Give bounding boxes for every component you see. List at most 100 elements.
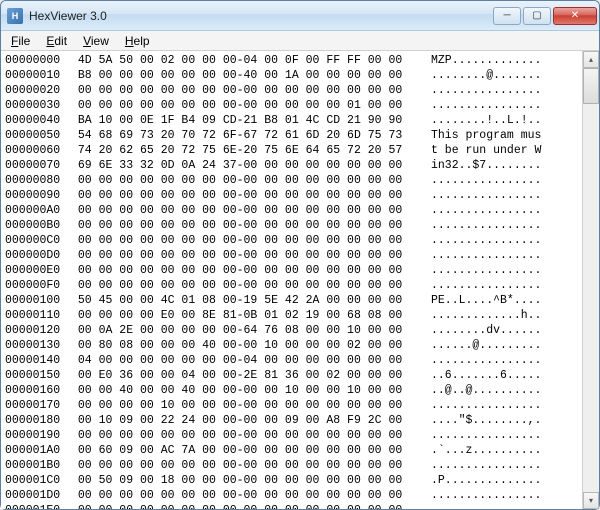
offset-cell: 000000E0 — [5, 263, 71, 278]
hex-row[interactable]: 000000E0 00 00 00 00 00 00 00 00-00 00 0… — [5, 263, 582, 278]
menu-view[interactable]: View — [75, 32, 117, 50]
bytes-cell: 00 00 00 00 00 00 00 00-00 00 00 00 00 0… — [71, 98, 423, 113]
offset-cell: 00000140 — [5, 353, 71, 368]
vertical-scrollbar[interactable]: ▴ ▾ — [582, 51, 599, 509]
bytes-cell: 00 00 00 00 00 00 00 00-00 00 00 00 00 0… — [71, 458, 423, 473]
hex-row[interactable]: 00000090 00 00 00 00 00 00 00 00-00 00 0… — [5, 188, 582, 203]
bytes-cell: 00 00 00 00 00 00 00 00-00 00 00 00 00 0… — [71, 233, 423, 248]
ascii-cell: PE..L....^B*.... — [423, 293, 582, 308]
hex-row[interactable]: 000001C0 00 50 09 00 18 00 00 00-00 00 0… — [5, 473, 582, 488]
hex-row[interactable]: 000000A0 00 00 00 00 00 00 00 00-00 00 0… — [5, 203, 582, 218]
scroll-down-button[interactable]: ▾ — [583, 492, 599, 509]
offset-cell: 000000C0 — [5, 233, 71, 248]
hex-row[interactable]: 000000C0 00 00 00 00 00 00 00 00-00 00 0… — [5, 233, 582, 248]
hex-row[interactable]: 00000130 00 80 08 00 00 00 40 00-00 10 0… — [5, 338, 582, 353]
ascii-cell: ................ — [423, 428, 582, 443]
window-title: HexViewer 3.0 — [29, 9, 491, 23]
hex-row[interactable]: 00000180 00 10 09 00 22 24 00 00-00 00 0… — [5, 413, 582, 428]
offset-cell: 000001C0 — [5, 473, 71, 488]
ascii-cell: ................ — [423, 173, 582, 188]
minimize-button[interactable]: ─ — [493, 7, 521, 25]
hex-row[interactable]: 00000140 04 00 00 00 00 00 00 00-04 00 0… — [5, 353, 582, 368]
offset-cell: 00000180 — [5, 413, 71, 428]
hex-row[interactable]: 00000050 54 68 69 73 20 70 72 6F-67 72 6… — [5, 128, 582, 143]
hex-row[interactable]: 00000020 00 00 00 00 00 00 00 00-00 00 0… — [5, 83, 582, 98]
bytes-cell: 00 60 09 00 AC 7A 00 00-00 00 00 00 00 0… — [71, 443, 423, 458]
hex-row[interactable]: 00000150 00 E0 36 00 00 04 00 00-2E 81 3… — [5, 368, 582, 383]
ascii-cell: ........!..L.!.. — [423, 113, 582, 128]
hex-row[interactable]: 00000170 00 00 00 00 10 00 00 00-00 00 0… — [5, 398, 582, 413]
hex-row[interactable]: 000000D0 00 00 00 00 00 00 00 00-00 00 0… — [5, 248, 582, 263]
ascii-cell: ...."$........,. — [423, 413, 582, 428]
hex-row[interactable]: 00000110 00 00 00 00 E0 00 8E 81-0B 01 0… — [5, 308, 582, 323]
hex-row[interactable]: 00000030 00 00 00 00 00 00 00 00-00 00 0… — [5, 98, 582, 113]
offset-cell: 00000010 — [5, 68, 71, 83]
bytes-cell: 4D 5A 50 00 02 00 00 00-04 00 0F 00 FF F… — [71, 53, 423, 68]
offset-cell: 00000170 — [5, 398, 71, 413]
ascii-cell: ................ — [423, 353, 582, 368]
hex-row[interactable]: 00000160 00 00 40 00 00 40 00 00-00 00 1… — [5, 383, 582, 398]
scroll-track[interactable] — [583, 68, 599, 492]
offset-cell: 00000120 — [5, 323, 71, 338]
bytes-cell: 00 00 00 00 00 00 00 00-00 00 00 00 00 0… — [71, 488, 423, 503]
hex-row[interactable]: 000001A0 00 60 09 00 AC 7A 00 00-00 00 0… — [5, 443, 582, 458]
bytes-cell: 50 45 00 00 4C 01 08 00-19 5E 42 2A 00 0… — [71, 293, 423, 308]
offset-cell: 00000160 — [5, 383, 71, 398]
hex-dump[interactable]: 00000000 4D 5A 50 00 02 00 00 00-04 00 0… — [1, 51, 582, 509]
offset-cell: 00000190 — [5, 428, 71, 443]
offset-cell: 00000000 — [5, 53, 71, 68]
hex-row[interactable]: 00000100 50 45 00 00 4C 01 08 00-19 5E 4… — [5, 293, 582, 308]
ascii-cell: ........@....... — [423, 68, 582, 83]
bytes-cell: 00 E0 36 00 00 04 00 00-2E 81 36 00 02 0… — [71, 368, 423, 383]
bytes-cell: 04 00 00 00 00 00 00 00-04 00 00 00 00 0… — [71, 353, 423, 368]
app-window: H HexViewer 3.0 ─ ▢ ✕ File Edit View Hel… — [0, 0, 600, 510]
scroll-up-button[interactable]: ▴ — [583, 51, 599, 68]
bytes-cell: 00 00 00 00 E0 00 8E 81-0B 01 02 19 00 6… — [71, 308, 423, 323]
ascii-cell: ..6.......6..... — [423, 368, 582, 383]
hex-row[interactable]: 000000B0 00 00 00 00 00 00 00 00-00 00 0… — [5, 218, 582, 233]
close-button[interactable]: ✕ — [553, 7, 597, 25]
hex-row[interactable]: 00000120 00 0A 2E 00 00 00 00 00-64 76 0… — [5, 323, 582, 338]
menu-file[interactable]: File — [3, 32, 38, 50]
hex-row[interactable]: 000000F0 00 00 00 00 00 00 00 00-00 00 0… — [5, 278, 582, 293]
ascii-cell: ................ — [423, 203, 582, 218]
ascii-cell: ................ — [423, 278, 582, 293]
content-area: 00000000 4D 5A 50 00 02 00 00 00-04 00 0… — [1, 51, 599, 509]
hex-row[interactable]: 00000060 74 20 62 65 20 72 75 6E-20 75 6… — [5, 143, 582, 158]
menu-edit[interactable]: Edit — [38, 32, 75, 50]
offset-cell: 000001D0 — [5, 488, 71, 503]
bytes-cell: 54 68 69 73 20 70 72 6F-67 72 61 6D 20 6… — [71, 128, 423, 143]
hex-row[interactable]: 000001B0 00 00 00 00 00 00 00 00-00 00 0… — [5, 458, 582, 473]
scroll-thumb[interactable] — [583, 68, 599, 104]
hex-row[interactable]: 00000070 69 6E 33 32 0D 0A 24 37-00 00 0… — [5, 158, 582, 173]
hex-row[interactable]: 000001D0 00 00 00 00 00 00 00 00-00 00 0… — [5, 488, 582, 503]
bytes-cell: 00 10 09 00 22 24 00 00-00 00 09 00 A8 F… — [71, 413, 423, 428]
ascii-cell: MZP............. — [423, 53, 582, 68]
bytes-cell: 00 00 00 00 00 00 00 00-00 00 00 00 00 0… — [71, 278, 423, 293]
maximize-button[interactable]: ▢ — [523, 7, 551, 25]
offset-cell: 00000110 — [5, 308, 71, 323]
offset-cell: 00000060 — [5, 143, 71, 158]
ascii-cell: ................ — [423, 83, 582, 98]
menu-help[interactable]: Help — [117, 32, 158, 50]
offset-cell: 000000B0 — [5, 218, 71, 233]
offset-cell: 000001A0 — [5, 443, 71, 458]
menubar: File Edit View Help — [1, 31, 599, 51]
offset-cell: 00000040 — [5, 113, 71, 128]
bytes-cell: 00 00 00 00 00 00 00 00-00 00 00 00 00 0… — [71, 428, 423, 443]
offset-cell: 00000090 — [5, 188, 71, 203]
bytes-cell: 00 00 00 00 00 00 00 00-00 00 00 00 00 0… — [71, 173, 423, 188]
bytes-cell: 74 20 62 65 20 72 75 6E-20 75 6E 64 65 7… — [71, 143, 423, 158]
titlebar[interactable]: H HexViewer 3.0 ─ ▢ ✕ — [1, 1, 599, 31]
bytes-cell: 69 6E 33 32 0D 0A 24 37-00 00 00 00 00 0… — [71, 158, 423, 173]
hex-row[interactable]: 000001E0 00 00 00 00 00 00 00 00-00 00 0… — [5, 503, 582, 509]
bytes-cell: B8 00 00 00 00 00 00 00-40 00 1A 00 00 0… — [71, 68, 423, 83]
hex-row[interactable]: 00000010 B8 00 00 00 00 00 00 00-40 00 1… — [5, 68, 582, 83]
offset-cell: 00000150 — [5, 368, 71, 383]
hex-row[interactable]: 00000040 BA 10 00 0E 1F B4 09 CD-21 B8 0… — [5, 113, 582, 128]
bytes-cell: 00 50 09 00 18 00 00 00-00 00 00 00 00 0… — [71, 473, 423, 488]
ascii-cell: This program mus — [423, 128, 582, 143]
hex-row[interactable]: 00000190 00 00 00 00 00 00 00 00-00 00 0… — [5, 428, 582, 443]
hex-row[interactable]: 00000080 00 00 00 00 00 00 00 00-00 00 0… — [5, 173, 582, 188]
hex-row[interactable]: 00000000 4D 5A 50 00 02 00 00 00-04 00 0… — [5, 53, 582, 68]
